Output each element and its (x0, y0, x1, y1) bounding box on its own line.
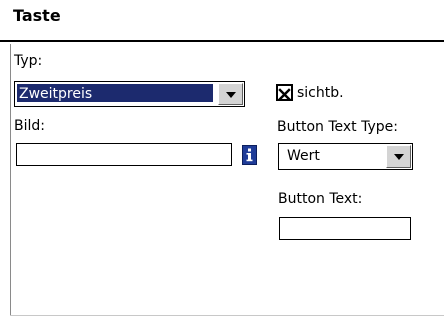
button-text-type-dropdown-button[interactable] (386, 145, 411, 168)
info-icon-glyph (246, 148, 253, 162)
typ-label: Typ: (14, 53, 43, 69)
visible-checkbox[interactable] (276, 84, 293, 101)
button-text-type-selected-value: Wert (287, 148, 320, 164)
dialog-title: Taste (13, 6, 61, 25)
typ-selected-value: Zweitpreis (19, 86, 93, 102)
visible-checkbox-label: sichtb. (297, 85, 344, 101)
bild-field[interactable] (16, 143, 232, 166)
checkmark-x-icon (278, 88, 291, 101)
button-text-type-label: Button Text Type: (277, 119, 398, 135)
info-icon[interactable] (242, 145, 257, 165)
title-bar: Taste (0, 0, 444, 42)
button-text-label: Button Text: (278, 191, 363, 207)
bild-label: Bild: (14, 118, 45, 134)
typ-dropdown-button[interactable] (218, 83, 243, 105)
button-text-type-dropdown[interactable]: Wert (278, 143, 413, 170)
bottom-border (10, 315, 444, 316)
chevron-down-icon (394, 154, 404, 160)
button-text-field[interactable] (279, 217, 411, 240)
chevron-down-icon (226, 92, 236, 98)
left-border (10, 44, 11, 316)
typ-dropdown[interactable]: Zweitpreis (14, 81, 245, 107)
taste-dialog: Taste Typ: Zweitpreis sichtb. Bild: Butt… (0, 0, 444, 322)
